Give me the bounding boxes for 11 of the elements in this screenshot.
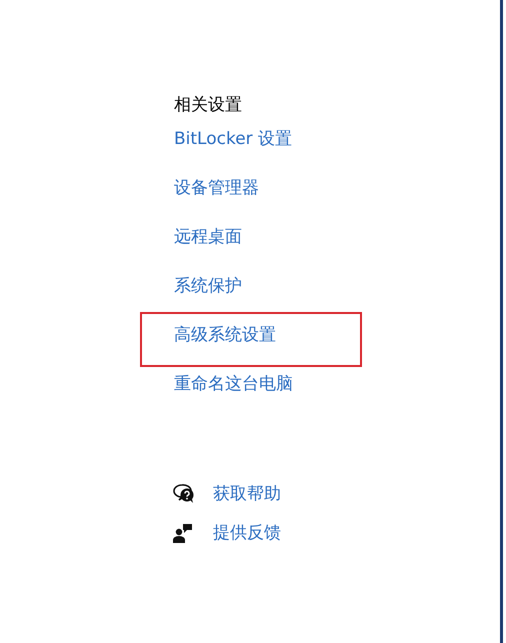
settings-link[interactable]: 远程桌面 <box>174 225 242 249</box>
settings-link[interactable]: 高级系统设置 <box>174 323 276 347</box>
person-speech-icon <box>173 523 193 543</box>
feedback-link[interactable]: 提供反馈 <box>213 521 281 545</box>
section-heading: 相关设置 <box>174 94 242 117</box>
chat-question-icon <box>173 484 195 504</box>
settings-link[interactable]: BitLocker 设置 <box>174 127 292 151</box>
settings-link[interactable]: 系统保护 <box>174 274 242 298</box>
settings-link[interactable]: 重命名这台电脑 <box>174 372 293 396</box>
settings-link[interactable]: 设备管理器 <box>174 176 259 200</box>
help-link[interactable]: 获取帮助 <box>213 482 281 506</box>
